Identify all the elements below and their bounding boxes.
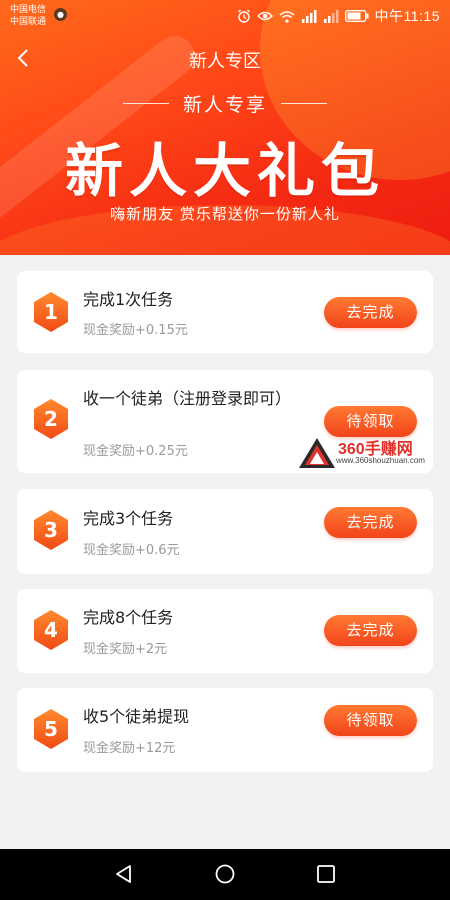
banner-subtitle: 新人专享 — [182, 94, 267, 116]
clock: 中午11:15 — [374, 8, 440, 24]
alarm-icon — [237, 9, 250, 23]
watermark-url: www.360shouzhuan.com — [336, 456, 425, 465]
task-reward: 现金奖励+0.15元 — [83, 323, 188, 338]
pending-claim-button[interactable]: 待领取 — [324, 406, 417, 437]
status-icons: 中午11:15 — [237, 6, 441, 26]
task-number: 2 — [44, 407, 58, 431]
notification-icon: ● — [54, 8, 67, 21]
go-complete-button[interactable]: 去完成 — [324, 615, 417, 646]
system-nav-bar — [0, 849, 450, 900]
signal-1-icon — [301, 9, 316, 23]
signal-2-icon — [323, 9, 338, 23]
task-number: 4 — [44, 618, 58, 642]
watermark: 360手赚网 www.360shouzhuan.com — [298, 435, 448, 471]
task-card: 1 完成1次任务 现金奖励+0.15元 去完成 — [17, 271, 433, 353]
task-card: 5 收5个徒弟提现 现金奖励+12元 待领取 — [17, 688, 433, 772]
task-title: 收5个徒弟提现 — [83, 707, 190, 726]
wifi-icon — [279, 10, 294, 23]
hero-title: 新人大礼包 — [64, 137, 385, 205]
status-bar: 中国电信 中国联通 ● 中午11:15 — [0, 0, 450, 34]
task-title: 收一个徒弟（注册登录即可） — [83, 389, 292, 408]
subtitle-row: 新人专享 — [0, 90, 450, 117]
task-number-badge: 1 — [32, 291, 70, 333]
task-title: 完成8个任务 — [83, 608, 174, 627]
carrier-1: 中国电信 — [10, 5, 47, 15]
eye-icon — [256, 11, 273, 21]
carrier-info: 中国电信 中国联通 — [10, 4, 46, 28]
pending-claim-button[interactable]: 待领取 — [324, 705, 417, 736]
task-number: 3 — [44, 518, 58, 542]
task-number-badge: 2 — [32, 398, 70, 440]
home-circle-icon[interactable] — [214, 863, 236, 885]
recents-square-icon[interactable] — [315, 863, 337, 885]
task-reward: 现金奖励+12元 — [83, 741, 176, 756]
go-complete-button[interactable]: 去完成 — [324, 297, 417, 328]
task-number-badge: 4 — [32, 609, 70, 651]
page-title: 新人专区 — [189, 51, 261, 72]
task-number: 5 — [44, 717, 58, 741]
carrier-2: 中国联通 — [10, 17, 47, 27]
task-title: 完成3个任务 — [83, 509, 174, 528]
task-title: 完成1次任务 — [83, 290, 174, 309]
back-triangle-icon[interactable] — [113, 863, 135, 885]
task-number: 1 — [44, 300, 58, 324]
task-card: 3 完成3个任务 现金奖励+0.6元 去完成 — [17, 489, 433, 574]
divider-left — [122, 103, 169, 104]
task-reward: 现金奖励+0.6元 — [83, 543, 180, 558]
battery-icon — [344, 10, 368, 22]
task-number-badge: 3 — [32, 509, 70, 551]
divider-right — [281, 103, 327, 104]
task-reward: 现金奖励+0.25元 — [83, 444, 188, 459]
task-number-badge: 5 — [32, 708, 70, 750]
task-card: 4 完成8个任务 现金奖励+2元 去完成 — [17, 589, 433, 673]
go-complete-button[interactable]: 去完成 — [324, 507, 417, 538]
hero-subtitle: 嗨新朋友 赏乐帮送你一份新人礼 — [110, 205, 340, 223]
task-reward: 现金奖励+2元 — [83, 642, 168, 657]
watermark-logo-icon — [299, 438, 335, 468]
